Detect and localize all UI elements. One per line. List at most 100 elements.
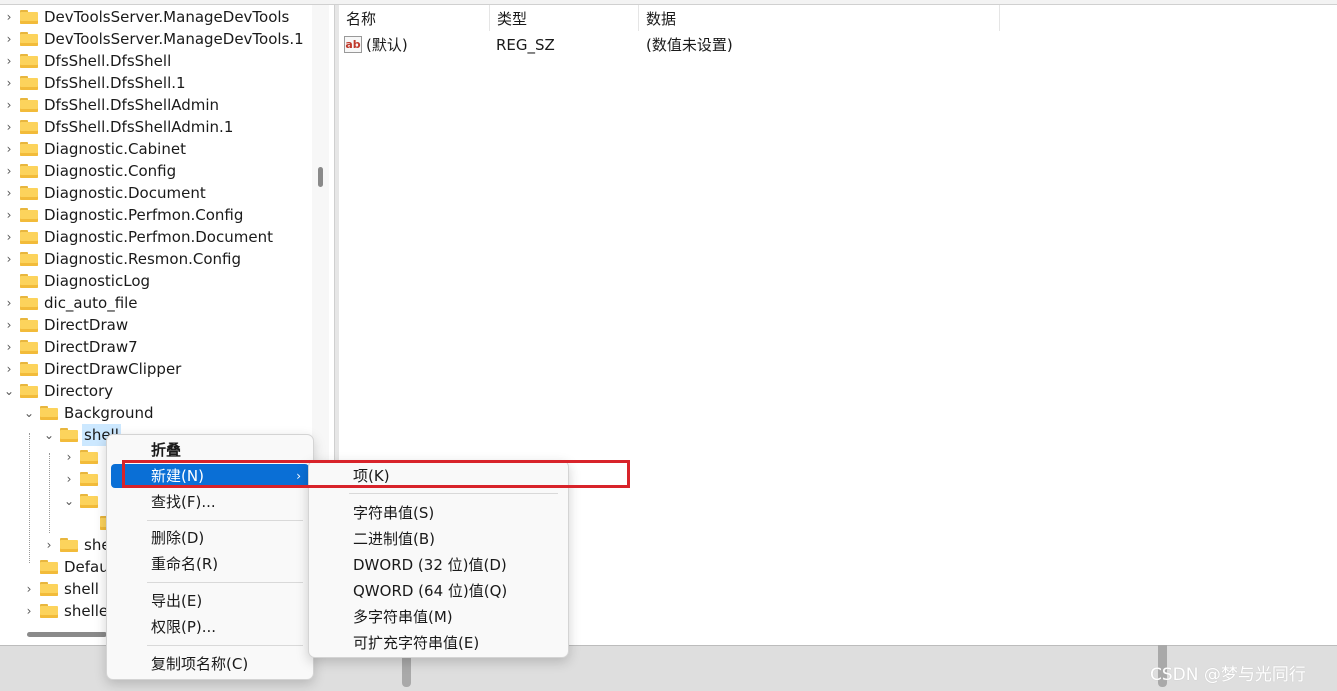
chevron-right-icon[interactable]: › [3, 28, 15, 50]
menu-item-export[interactable]: 导出(E) [111, 589, 309, 613]
tree-item-label: Directory [44, 382, 114, 400]
ab-string-icon: ab [344, 36, 362, 53]
folder-open-icon [60, 428, 78, 442]
submenu-item-expandable-string-value[interactable]: 可扩充字符串值(E) [313, 631, 564, 655]
chevron-right-icon[interactable]: › [3, 94, 15, 116]
tree-horizontal-scrollbar-thumb[interactable] [27, 632, 107, 637]
chevron-right-icon[interactable]: › [3, 336, 15, 358]
annotation-highlight-box [122, 460, 630, 488]
chevron-right-icon[interactable]: › [23, 578, 35, 600]
value-data: (数值未设置) [646, 36, 733, 54]
submenu-item-dword-value[interactable]: DWORD (32 位)值(D) [313, 553, 564, 577]
tree-item-label: Diagnostic.Document [44, 184, 206, 202]
submenu-item-multi-string-value[interactable]: 多字符串值(M) [313, 605, 564, 629]
folder-icon [40, 406, 58, 420]
tree-item-label: DirectDraw [44, 316, 129, 334]
folder-icon [20, 76, 38, 90]
tree-item-label: Background [64, 404, 154, 422]
watermark: CSDN @梦与光同行 [1150, 665, 1306, 685]
chevron-right-icon[interactable]: › [3, 358, 15, 380]
chevron-right-icon[interactable]: › [3, 160, 15, 182]
submenu-item-qword-value[interactable]: QWORD (64 位)值(Q) [313, 579, 564, 603]
folder-icon [40, 560, 58, 574]
tree-item-label: Defau [64, 558, 109, 576]
submenu-item-string-value[interactable]: 字符串值(S) [313, 501, 564, 525]
folder-icon [20, 186, 38, 200]
folder-icon [80, 472, 98, 486]
menu-separator [147, 645, 303, 646]
folder-icon [20, 54, 38, 68]
chevron-right-icon[interactable]: › [63, 468, 75, 490]
folder-icon [20, 32, 38, 46]
tree-item-label: DfsShell.DfsShell.1 [44, 74, 186, 92]
menu-item-copy-key-name[interactable]: 复制项名称(C) [111, 652, 309, 676]
folder-icon [20, 318, 38, 332]
chevron-down-icon[interactable]: ⌄ [63, 490, 75, 512]
folder-icon [20, 252, 38, 266]
tree-item-label: DfsShell.DfsShellAdmin [44, 96, 220, 114]
tree-item-label: DirectDraw7 [44, 338, 138, 356]
chevron-right-icon[interactable]: › [3, 182, 15, 204]
folder-icon [20, 384, 38, 398]
folder-icon [60, 538, 78, 552]
tree-item-label: shell [64, 580, 99, 598]
tree-item-label: DfsShell.DfsShellAdmin.1 [44, 118, 234, 136]
folder-icon [80, 450, 98, 464]
tree-scrollbar-thumb[interactable] [318, 167, 323, 187]
chevron-right-icon[interactable]: › [3, 204, 15, 226]
tree-item-label: Diagnostic.Resmon.Config [44, 250, 241, 268]
chevron-down-icon[interactable]: ⌄ [23, 402, 35, 424]
column-header-name[interactable]: 名称 [339, 5, 490, 31]
menu-item-delete[interactable]: 删除(D) [111, 526, 309, 550]
folder-icon [20, 274, 38, 288]
column-header-type[interactable]: 类型 [490, 5, 639, 31]
chevron-right-icon[interactable]: › [3, 138, 15, 160]
tree-item-label: DevToolsServer.ManageDevTools.1 [44, 30, 304, 48]
folder-icon [20, 120, 38, 134]
tree-item-label: Diagnostic.Perfmon.Document [44, 228, 273, 246]
new-submenu: 项(K) 字符串值(S) 二进制值(B) DWORD (32 位)值(D) QW… [308, 460, 569, 658]
menu-separator [147, 582, 303, 583]
folder-icon [20, 208, 38, 222]
tree-item-label: DirectDrawClipper [44, 360, 182, 378]
menu-item-rename[interactable]: 重命名(R) [111, 552, 309, 576]
column-header-data[interactable]: 数据 [639, 5, 1000, 31]
chevron-right-icon[interactable]: › [23, 600, 35, 622]
tree-item-label: dic_auto_file [44, 294, 138, 312]
folder-icon [20, 362, 38, 376]
folder-icon [20, 10, 38, 24]
value-name[interactable]: (默认) [366, 34, 408, 56]
menu-item-find[interactable]: 查找(F)... [111, 490, 309, 514]
tree-item-label: Diagnostic.Cabinet [44, 140, 186, 158]
chevron-right-icon[interactable]: › [3, 50, 15, 72]
chevron-right-icon[interactable]: › [63, 446, 75, 468]
chevron-right-icon[interactable]: › [3, 314, 15, 336]
chevron-down-icon[interactable]: ⌄ [43, 424, 55, 446]
chevron-right-icon[interactable]: › [3, 226, 15, 248]
chevron-down-icon[interactable]: ⌄ [3, 380, 15, 402]
folder-icon [20, 164, 38, 178]
tree-item-label: Diagnostic.Perfmon.Config [44, 206, 244, 224]
menu-separator [349, 493, 558, 494]
folder-icon [20, 340, 38, 354]
folder-icon [80, 494, 98, 508]
folder-icon [20, 142, 38, 156]
menu-item-permissions[interactable]: 权限(P)... [111, 615, 309, 639]
tree-item-label: DfsShell.DfsShell [44, 52, 172, 70]
folder-icon [40, 582, 58, 596]
chevron-right-icon[interactable]: › [3, 292, 15, 314]
submenu-item-binary-value[interactable]: 二进制值(B) [313, 527, 564, 551]
folder-icon [20, 98, 38, 112]
tree-guide-line [49, 453, 50, 533]
chevron-right-icon[interactable]: › [3, 72, 15, 94]
menu-item-collapse[interactable]: 折叠 [111, 438, 309, 462]
chevron-right-icon[interactable]: › [3, 6, 15, 28]
tree-guide-line [29, 433, 30, 563]
value-type: REG_SZ [496, 36, 555, 54]
chevron-right-icon[interactable]: › [43, 534, 55, 556]
tree-item-label: Diagnostic.Config [44, 162, 177, 180]
chevron-right-icon[interactable]: › [3, 248, 15, 270]
folder-icon [20, 296, 38, 310]
tree-item-label: DiagnosticLog [44, 272, 151, 290]
chevron-right-icon[interactable]: › [3, 116, 15, 138]
